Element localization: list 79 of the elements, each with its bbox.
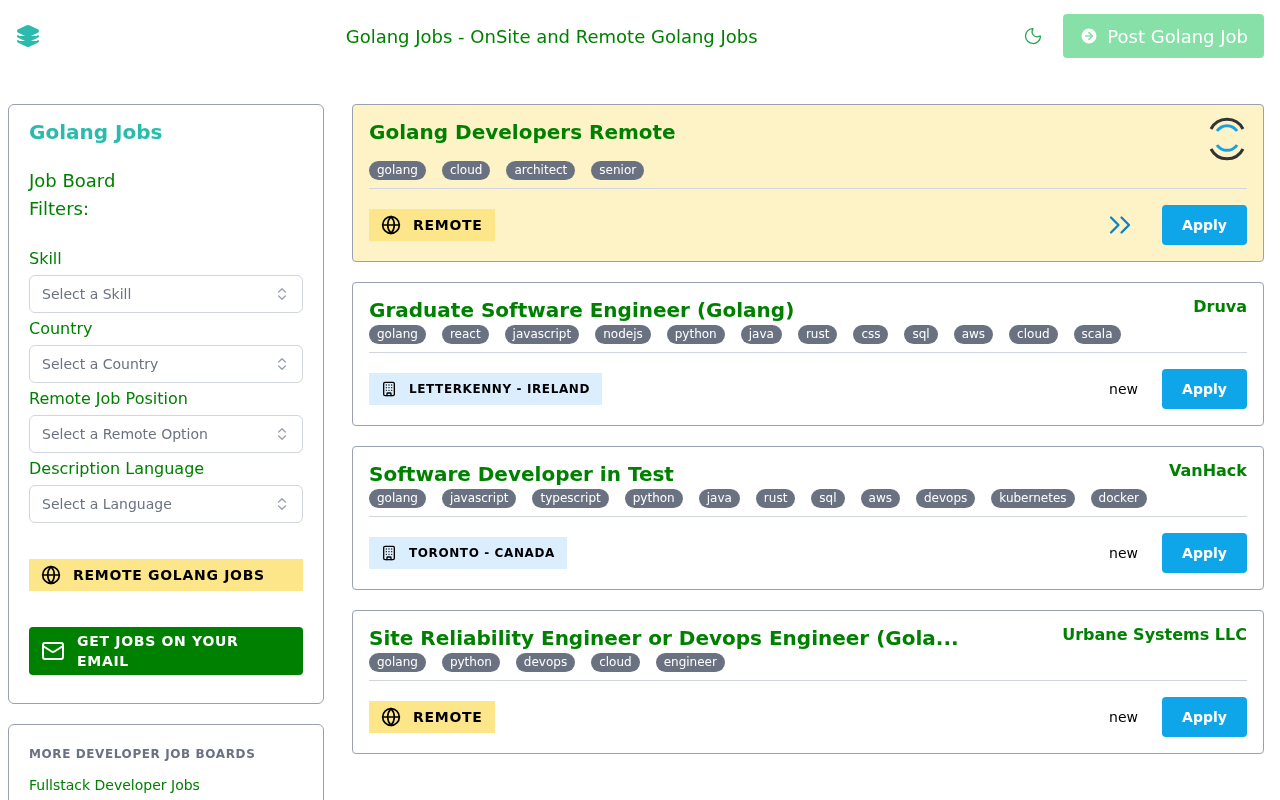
filter-label: Remote Job Position <box>29 388 189 410</box>
skill-tag[interactable]: devops <box>515 653 576 672</box>
location-badge: REMOTE <box>369 209 495 241</box>
job-card[interactable]: Golang Developers Remote golang cloud architect senior REMOTE Apply <box>352 104 1264 262</box>
job-title[interactable]: Software Developer in Test <box>369 459 674 489</box>
select-field[interactable]: Select a Country <box>29 345 303 383</box>
filter-label: Description Language <box>29 458 206 480</box>
skill-tag[interactable]: architect <box>506 161 576 180</box>
skill-tag[interactable]: java <box>740 325 782 344</box>
job-card[interactable]: Software Developer in Test VanHack golang javascript typescript python java rust sql aws devops kubernetes docker TORONTO - CANADA new Apply <box>352 446 1264 590</box>
new-label: new <box>1109 543 1138 563</box>
new-label: new <box>1109 379 1138 399</box>
company-name: Druva <box>1193 296 1247 318</box>
more-boards-heading: MORE DEVELOPER JOB BOARDS <box>29 746 257 763</box>
mail-icon <box>41 639 65 663</box>
job-card[interactable]: Site Reliability Engineer or Devops Engineer (Gola... Urbane Systems LLC golang python devops cloud engineer REMOTE new Apply <box>352 610 1264 754</box>
moon-icon[interactable] <box>1023 26 1044 46</box>
arrow-circle-icon <box>1079 26 1100 46</box>
skill-tag[interactable]: scala <box>1073 325 1121 344</box>
skill-tag[interactable]: css <box>853 325 889 344</box>
globe-icon <box>41 565 61 585</box>
skill-tag[interactable]: javascript <box>504 325 580 344</box>
skill-tag[interactable]: sql <box>904 325 938 344</box>
skill-tag[interactable]: cloud <box>1009 325 1058 344</box>
location-badge: LETTERKENNY - IRELAND <box>369 373 602 405</box>
building-icon <box>381 381 397 397</box>
globe-icon <box>381 707 401 727</box>
apply-button[interactable]: Apply <box>1162 205 1247 245</box>
layers-logo-icon[interactable] <box>16 24 40 48</box>
skill-tag[interactable]: javascript <box>441 489 517 508</box>
location-badge: REMOTE <box>369 701 495 733</box>
skill-tag[interactable]: python <box>624 489 683 508</box>
skill-tag[interactable]: kubernetes <box>991 489 1075 508</box>
skill-tag[interactable]: cloud <box>591 653 640 672</box>
sidebar-title: Golang Jobs <box>29 119 164 146</box>
skill-tag[interactable]: golang <box>369 325 426 344</box>
skill-tag[interactable]: react <box>441 325 489 344</box>
job-title[interactable]: Golang Developers Remote <box>369 117 676 147</box>
skill-tag[interactable]: devops <box>916 489 976 508</box>
skill-tag[interactable]: rust <box>797 325 838 344</box>
new-label: new <box>1109 707 1138 727</box>
filter-label: Country <box>29 318 94 340</box>
skill-tag[interactable]: rust <box>755 489 796 508</box>
skill-tag[interactable]: engineer <box>655 653 725 672</box>
select-field[interactable]: Select a Remote Option <box>29 415 303 453</box>
job-card[interactable]: Graduate Software Engineer (Golang) Druva golang react javascript nodejs python java rust css sql aws cloud scala LETTERKENNY - IRELAND new Apply <box>352 282 1264 426</box>
skill-tag[interactable]: golang <box>369 653 426 672</box>
job-title[interactable]: Graduate Software Engineer (Golang) <box>369 295 795 325</box>
apply-button[interactable]: Apply <box>1162 369 1247 409</box>
filters-heading: Job Board Filters: <box>29 169 117 221</box>
skill-tag[interactable]: docker <box>1090 489 1147 508</box>
skill-tag[interactable]: nodejs <box>595 325 651 344</box>
company-name: VanHack <box>1169 460 1247 482</box>
location-badge: TORONTO - CANADA <box>369 537 567 569</box>
job-title[interactable]: Site Reliability Engineer or Devops Engineer (Gola... <box>369 623 959 653</box>
globe-icon <box>381 215 401 235</box>
skill-tag[interactable]: golang <box>369 161 426 180</box>
building-icon <box>381 545 397 561</box>
email-jobs-button[interactable]: GET JOBS ON YOUR EMAIL <box>29 627 303 675</box>
select-field[interactable]: Select a Language <box>29 485 303 523</box>
skill-tag[interactable]: java <box>698 489 740 508</box>
apply-button[interactable]: Apply <box>1162 533 1247 573</box>
apply-button[interactable]: Apply <box>1162 697 1247 737</box>
skill-tag[interactable]: python <box>441 653 500 672</box>
filter-label: Skill <box>29 248 63 270</box>
site-title: Golang Jobs - OnSite and Remote Golang Jobs <box>345 24 758 49</box>
skill-tag[interactable]: senior <box>591 161 645 180</box>
remote-jobs-button[interactable]: REMOTE GOLANG JOBS <box>29 559 303 591</box>
job-board-link[interactable]: Fullstack Developer Jobs <box>29 775 303 796</box>
skill-tag[interactable]: python <box>666 325 725 344</box>
skill-tag[interactable]: typescript <box>532 489 609 508</box>
skill-tag[interactable]: golang <box>369 489 426 508</box>
company-name: Urbane Systems LLC <box>1062 624 1247 646</box>
skill-tag[interactable]: cloud <box>441 161 491 180</box>
select-field[interactable]: Select a Skill <box>29 275 303 313</box>
skill-tag[interactable]: aws <box>953 325 994 344</box>
skill-tag[interactable]: sql <box>811 489 845 508</box>
skill-tag[interactable]: aws <box>860 489 900 508</box>
company-logo-icon <box>1207 117 1247 161</box>
